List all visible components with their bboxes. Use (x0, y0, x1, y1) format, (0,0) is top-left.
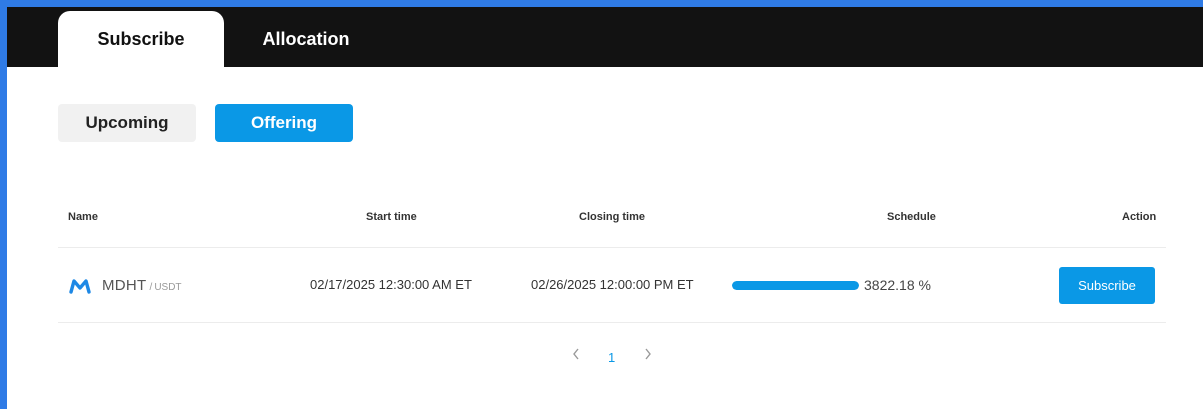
header-schedule: Schedule (887, 211, 936, 223)
chevron-left-icon[interactable] (571, 347, 581, 364)
row-divider (58, 322, 1166, 323)
quote-currency: USDT (154, 282, 182, 293)
token-symbol: MDHT (102, 277, 147, 294)
subtab-upcoming[interactable]: Upcoming (58, 104, 196, 142)
header-name: Name (68, 211, 98, 223)
chevron-right-icon[interactable] (643, 347, 653, 364)
closing-time-cell: 02/26/2025 12:00:00 PM ET (531, 277, 694, 292)
token-pair: MDHT / USDT (102, 277, 182, 294)
schedule-progress-bar (732, 281, 859, 290)
header-start-time: Start time (366, 211, 417, 223)
subscribe-button[interactable]: Subscribe (1059, 267, 1155, 304)
pair-separator: / (149, 282, 153, 293)
schedule-percent: 3822.18 % (864, 277, 931, 293)
start-time-cell: 02/17/2025 12:30:00 AM ET (310, 277, 472, 292)
subtab-offering[interactable]: Offering (215, 104, 353, 142)
header-action: Action (1122, 211, 1157, 223)
tab-subscribe[interactable]: Subscribe (58, 11, 224, 67)
mdht-logo-icon (69, 279, 91, 294)
app-frame: Subscribe Allocation Upcoming Offering N… (7, 7, 1203, 409)
header-divider (58, 247, 1166, 248)
tab-allocation[interactable]: Allocation (231, 11, 381, 67)
page-number-current[interactable]: 1 (608, 350, 615, 365)
schedule-progress-fill (732, 281, 859, 290)
top-nav-bar: Subscribe Allocation (7, 7, 1203, 67)
header-closing-time: Closing time (579, 211, 646, 223)
